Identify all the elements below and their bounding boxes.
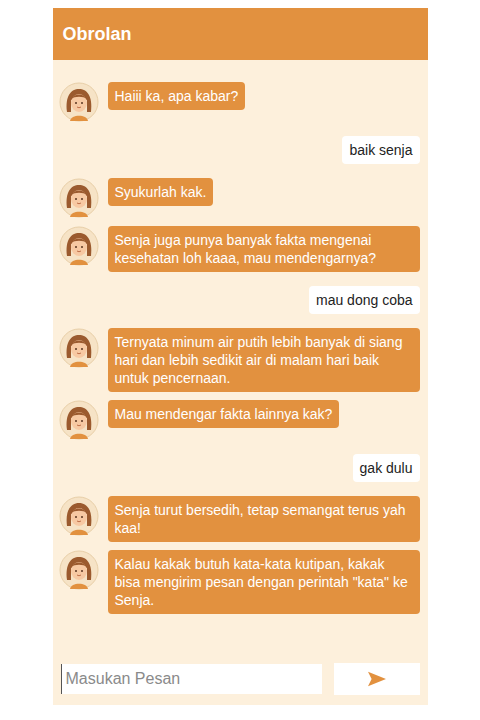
message-row: baik senja [59,130,420,170]
send-button[interactable] [334,663,420,695]
avatar-icon [59,550,99,590]
avatar-icon [59,400,99,440]
message-list: Haiii ka, apa kabar? baik senja Syukurlah … [53,60,428,657]
header-title: Obrolan [63,24,132,45]
input-bar [53,657,428,705]
avatar-icon [59,226,99,266]
message-bubble: Haiii ka, apa kabar? [108,82,246,110]
message-row: gak dulu [59,448,420,488]
header-bar: Obrolan [53,8,428,60]
chat-screen: Obrolan Haiii ka, apa kabar? baik senja Syu… [53,8,428,705]
message-row: Syukurlah kak. [59,178,420,218]
message-row: Ternyata minum air putih lebih banyak di… [59,328,420,392]
message-input[interactable] [61,664,322,694]
message-bubble: Senja juga punya banyak fakta mengenai k… [108,226,420,272]
message-bubble: Ternyata minum air putih lebih banyak di… [108,328,420,392]
message-row: Kalau kakak butuh kata-kata kutipan, kak… [59,550,420,614]
message-bubble: baik senja [342,136,419,164]
message-bubble: Senja turut bersedih, tetap semangat ter… [108,496,420,542]
message-row: Senja juga punya banyak fakta mengenai k… [59,226,420,272]
message-row: Haiii ka, apa kabar? [59,82,420,122]
message-bubble: Syukurlah kak. [108,178,214,206]
message-row: Senja turut bersedih, tetap semangat ter… [59,496,420,542]
send-arrow-icon [366,670,388,688]
message-bubble: gak dulu [353,454,420,482]
message-bubble: mau dong coba [309,286,420,314]
avatar-icon [59,82,99,122]
message-row: mau dong coba [59,280,420,320]
avatar-icon [59,178,99,218]
avatar-icon [59,328,99,368]
message-row: Mau mendengar fakta lainnya kak? [59,400,420,440]
message-bubble: Mau mendengar fakta lainnya kak? [108,400,340,428]
avatar-icon [59,496,99,536]
message-bubble: Kalau kakak butuh kata-kata kutipan, kak… [108,550,420,614]
